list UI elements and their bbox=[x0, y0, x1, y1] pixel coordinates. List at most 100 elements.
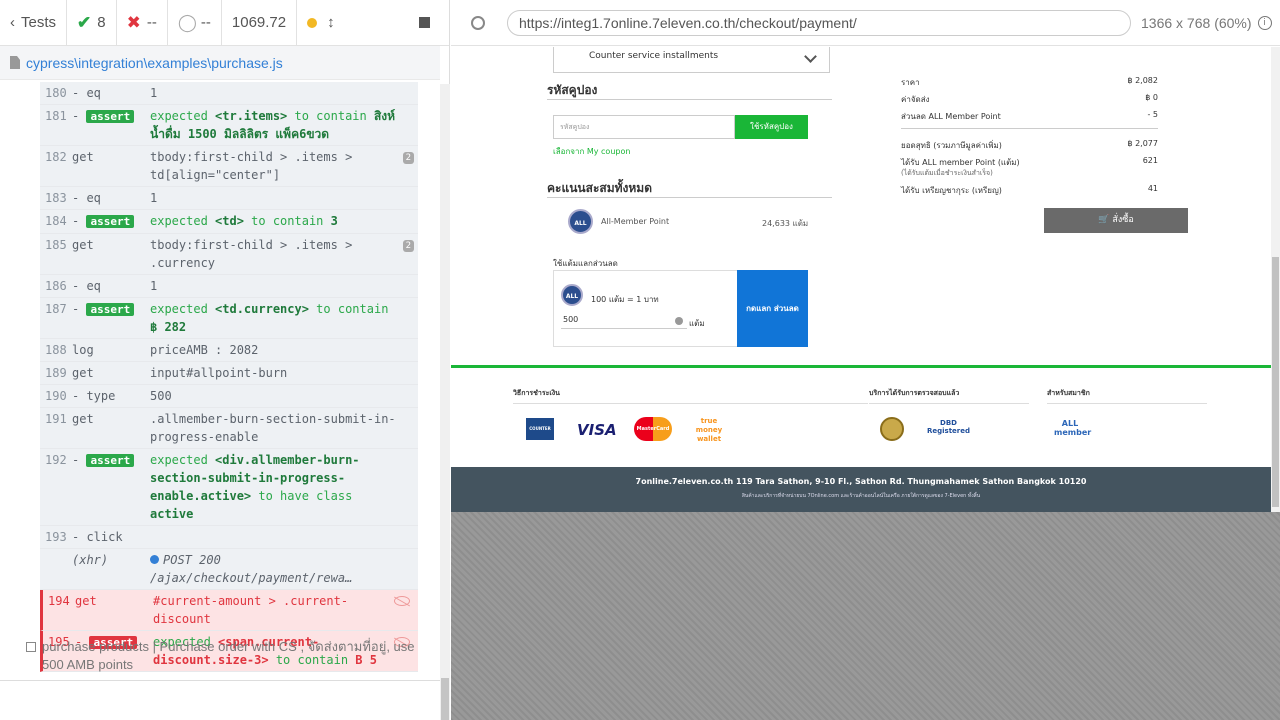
command-row[interactable]: 184 - assert expected <td> to contain 3 bbox=[40, 210, 418, 234]
passed-value: 8 bbox=[97, 14, 106, 31]
command-number: 180 bbox=[45, 86, 67, 100]
clear-icon[interactable] bbox=[675, 317, 683, 325]
msg-part: to have class bbox=[251, 489, 353, 503]
info-icon[interactable]: i bbox=[1257, 15, 1272, 30]
command-row[interactable]: 187 - assert expected <td.currency> to con… bbox=[40, 298, 418, 339]
redeem-discount-button[interactable]: กดแลก ส่วนลด bbox=[737, 270, 808, 347]
msg-part: expected bbox=[150, 302, 216, 316]
points-title: คะแนนสะสมทั้งหมด bbox=[547, 181, 652, 195]
command-name: log bbox=[72, 343, 94, 357]
msg-expected: 3 bbox=[330, 214, 338, 228]
burn-points-input[interactable]: 500 bbox=[561, 315, 687, 329]
truemoney-logo: true money wallet bbox=[695, 417, 723, 443]
command-number: 194 bbox=[48, 594, 70, 608]
count-badge: 2 bbox=[402, 240, 414, 252]
xhr-status-icon bbox=[150, 555, 159, 564]
command-row[interactable]: 182 get tbody:first-child > .items > td[al… bbox=[40, 146, 418, 187]
pending-circle-icon: ◯ bbox=[177, 12, 197, 32]
spec-path[interactable]: cypress\integration\examples\purchase.js bbox=[26, 55, 283, 71]
divider bbox=[869, 403, 1029, 404]
command-row[interactable]: 189 get input#allpoint-burn bbox=[40, 362, 418, 385]
command-message: 500 bbox=[150, 389, 172, 403]
msg-part: expected bbox=[150, 453, 216, 467]
viewport-dims: 1366 x 768 bbox=[1141, 14, 1211, 31]
points-name: All-Member Point bbox=[601, 217, 670, 226]
run-status: ↕ bbox=[297, 0, 345, 46]
tests-label: Tests bbox=[21, 14, 57, 31]
command-number: 189 bbox=[45, 366, 67, 380]
summary-row: ราคา ฿ 2,082 bbox=[901, 76, 1158, 89]
failed-value: -- bbox=[146, 14, 157, 31]
reporter-scrollbar[interactable] bbox=[440, 84, 450, 720]
checkbox-icon bbox=[26, 642, 36, 652]
duration: 1069.72 bbox=[222, 0, 298, 46]
spec-file-bar[interactable]: cypress\integration\examples\purchase.js bbox=[0, 46, 440, 80]
command-row[interactable]: 186 - eq 1 bbox=[40, 275, 418, 298]
allpoint-logo: ALL bbox=[568, 209, 593, 234]
verified-seal-icon bbox=[880, 417, 904, 441]
coupon-apply-button[interactable]: ใช้รหัสคูปอง bbox=[735, 115, 808, 139]
command-row[interactable]: 188 log priceAMB : 2082 bbox=[40, 339, 418, 362]
command-row[interactable]: (xhr) POST 200 /ajax/checkout/payment/rew… bbox=[40, 549, 418, 590]
scrollbar-thumb[interactable] bbox=[1272, 257, 1279, 507]
msg-part: expected bbox=[150, 214, 216, 228]
viewport-scale: (60%) bbox=[1214, 14, 1252, 31]
scrollbar-thumb[interactable] bbox=[441, 678, 449, 720]
command-row[interactable]: 185 get tbody:first-child > .items > .curr… bbox=[40, 234, 418, 275]
summary-label: ได้รับ เหรียญชากุระ (เหรียญ) bbox=[901, 186, 1002, 195]
command-row[interactable]: 190 - type 500 bbox=[40, 385, 418, 408]
viewport-size: 1366 x 768 (60%) bbox=[1141, 15, 1252, 31]
summary-value: 41 bbox=[1147, 184, 1158, 193]
stop-button[interactable] bbox=[409, 0, 449, 46]
test-title[interactable]: purchase products | Purchase order with … bbox=[26, 638, 416, 674]
all-member-logo: ALL member bbox=[1054, 419, 1092, 437]
my-coupon-link[interactable]: เลือกจาก My coupon bbox=[553, 145, 630, 158]
command-name: get bbox=[72, 150, 94, 164]
command-number: 192 bbox=[45, 453, 67, 467]
running-dot-icon bbox=[307, 17, 318, 28]
buy-label: สั่งซื้อ bbox=[1112, 215, 1134, 225]
command-name: get bbox=[72, 238, 94, 252]
command-row[interactable]: 191 get .allmember-burn-section-submit-in-… bbox=[40, 408, 418, 449]
command-message: 1 bbox=[150, 86, 158, 100]
command-message: 1 bbox=[150, 279, 158, 293]
test-title-text: purchase products | Purchase order with … bbox=[42, 639, 415, 672]
command-name: - type bbox=[72, 389, 116, 403]
command-message: tbody:first-child > .items > td[align="c… bbox=[150, 150, 353, 182]
stop-icon bbox=[419, 17, 430, 28]
member-title: สำหรับสมาชิก bbox=[1047, 389, 1090, 397]
tests-button[interactable]: ‹ Tests bbox=[0, 0, 68, 46]
summary-value: ฿ 0 bbox=[1145, 93, 1158, 102]
dbd-logo: DBD Registered bbox=[926, 419, 971, 435]
msg-expected: ฿ 282 bbox=[150, 320, 187, 334]
command-row[interactable]: 180 - eq 1 bbox=[40, 82, 418, 105]
installments-select[interactable]: Counter service installments bbox=[553, 47, 830, 73]
divider bbox=[513, 403, 868, 404]
command-number: 193 bbox=[45, 530, 67, 544]
selector-playground-icon[interactable] bbox=[471, 15, 485, 30]
command-row[interactable]: 193 - click bbox=[40, 526, 418, 549]
command-row[interactable]: 192 - assert expected <div.allmember-burn-… bbox=[40, 449, 418, 526]
command-name: - click bbox=[72, 530, 123, 544]
command-list: 180- eq 1 181- assert expected <tr.items> t… bbox=[40, 82, 418, 672]
scroll-toggle-icon[interactable]: ↕ bbox=[327, 14, 335, 31]
command-name: - eq bbox=[72, 279, 101, 293]
divider bbox=[0, 680, 440, 681]
summary-row: ค่าจัดส่ง ฿ 0 bbox=[901, 93, 1158, 106]
chevron-left-icon: ‹ bbox=[10, 14, 15, 31]
command-row[interactable]: 181 - assert expected <tr.items> to contai… bbox=[40, 105, 418, 146]
command-name: - assert bbox=[72, 107, 150, 143]
viewport-background bbox=[451, 512, 1280, 720]
command-row[interactable]: 194 get #current-amount > .current-discoun… bbox=[40, 590, 418, 631]
buy-button[interactable]: 🛒 สั่งซื้อ bbox=[1044, 208, 1188, 233]
coupon-input[interactable]: รหัสคูปอง bbox=[553, 115, 735, 139]
command-name: get bbox=[72, 366, 94, 380]
url-field[interactable]: https://integ1.7online.7eleven.co.th/che… bbox=[507, 9, 1131, 36]
msg-part: to contain bbox=[243, 214, 331, 228]
command-row[interactable]: 183 - eq 1 bbox=[40, 187, 418, 210]
assert-badge: assert bbox=[86, 110, 135, 123]
burn-unit: แต้ม bbox=[689, 319, 705, 328]
divider bbox=[547, 197, 832, 198]
app-scrollbar[interactable] bbox=[1271, 47, 1280, 512]
summary-value: ฿ 2,077 bbox=[1127, 139, 1158, 148]
